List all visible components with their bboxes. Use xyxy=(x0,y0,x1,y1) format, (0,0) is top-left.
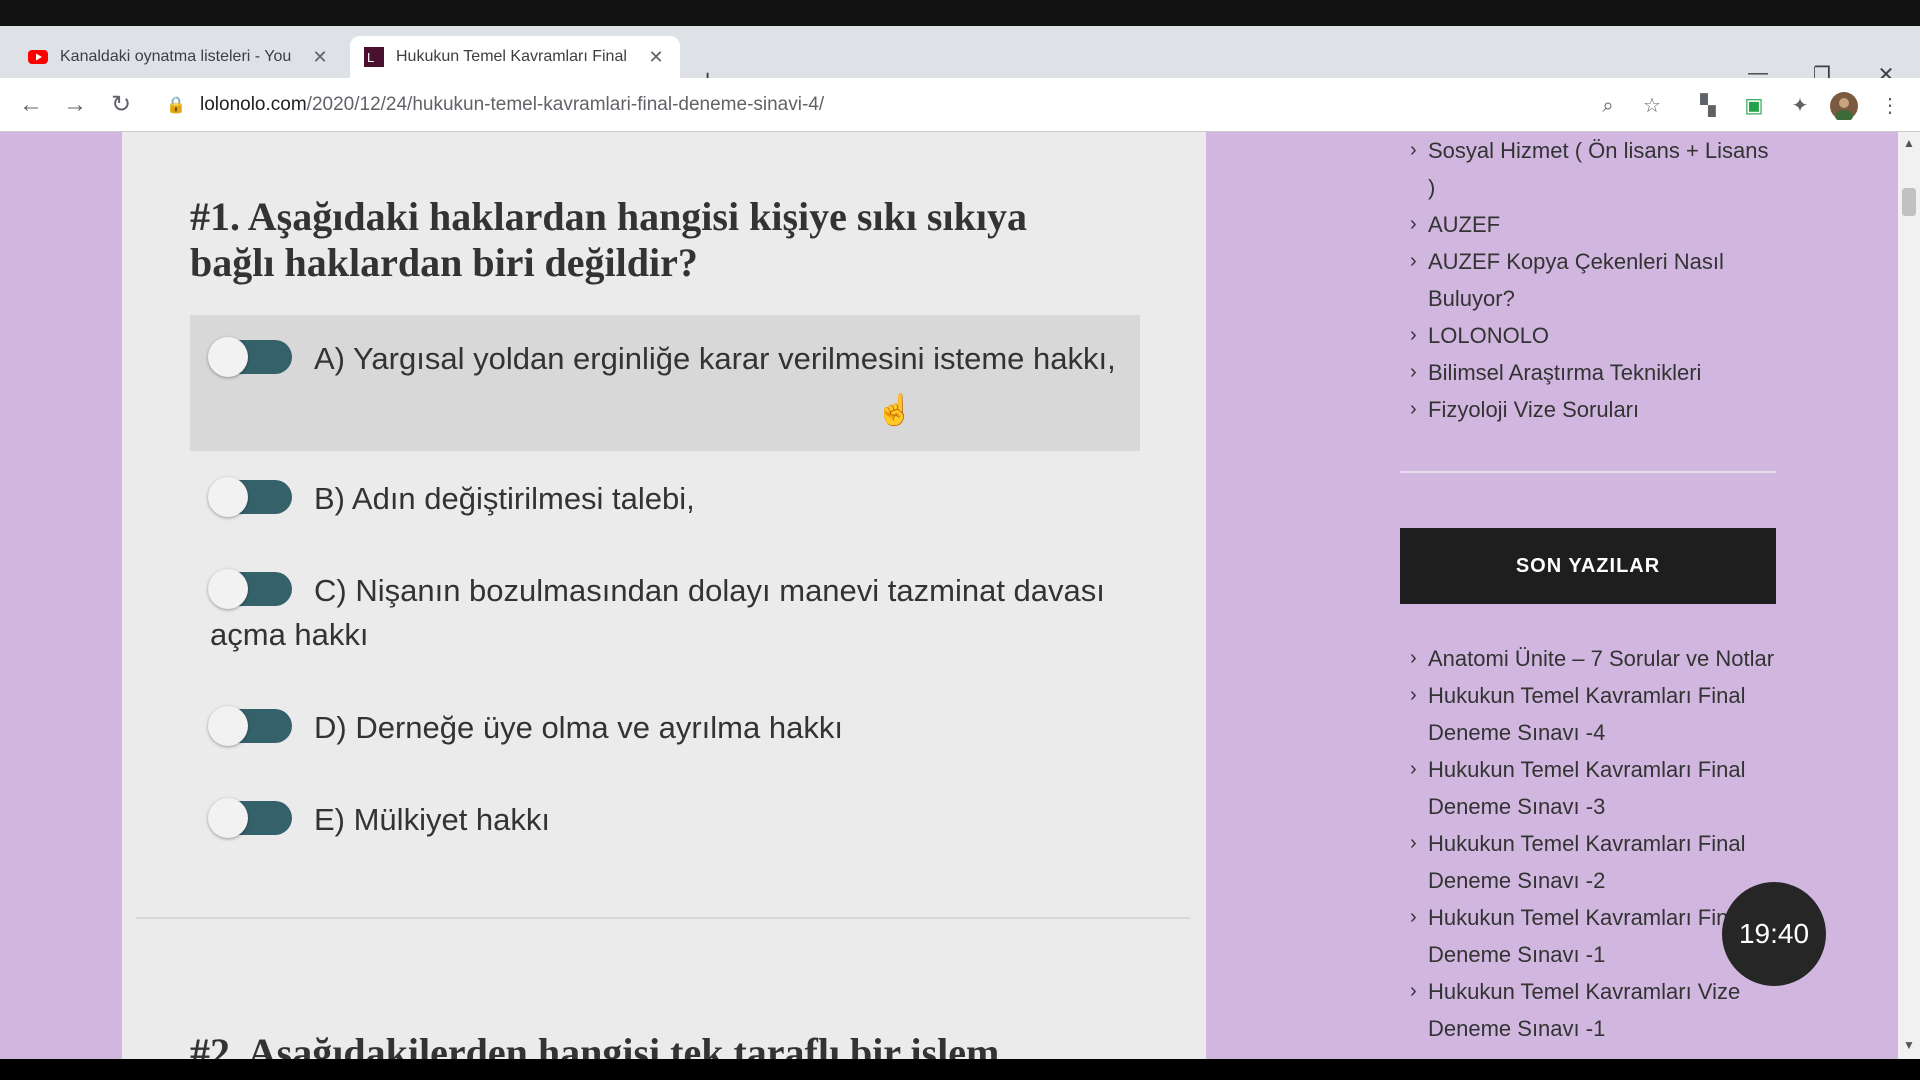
question-title: #1. Aşağıdaki haklardan hangisi kişiye s… xyxy=(190,194,1027,285)
chevron-right-icon: › xyxy=(1410,213,1417,235)
list-item[interactable]: › LOLONOLO xyxy=(1400,317,1776,354)
answer-option-a[interactable]: A) Yargısal yoldan erginliğe karar veril… xyxy=(190,315,1140,451)
chevron-right-icon: › xyxy=(1410,647,1417,669)
extension-icon[interactable]: ▚ xyxy=(1694,92,1722,120)
answer-toggle[interactable] xyxy=(208,476,292,517)
chevron-right-icon: › xyxy=(1410,250,1417,272)
scroll-thumb[interactable] xyxy=(1902,188,1916,216)
tab-strip: Kanaldaki oynatma listeleri - You ✕ L Hu… xyxy=(0,26,1920,94)
close-tab-icon[interactable]: ✕ xyxy=(646,47,666,68)
tab-label: Hukukun Temel Kavramları Final xyxy=(396,48,627,65)
menu-kebab-icon[interactable]: ⋮ xyxy=(1876,92,1904,120)
list-item[interactable]: › Bilimsel Araştırma Teknikleri xyxy=(1400,354,1776,391)
answer-toggle[interactable] xyxy=(208,705,292,746)
answer-label: A) Yargısal yoldan erginliğe karar veril… xyxy=(314,341,1116,376)
hand-cursor-icon: ☝ xyxy=(876,394,914,427)
address-bar[interactable]: lolonolo.com/2020/12/24/hukukun-temel-ka… xyxy=(200,94,824,116)
chevron-right-icon: › xyxy=(1410,832,1417,854)
bookmark-star-icon[interactable]: ☆ xyxy=(1638,92,1666,120)
list-item[interactable]: › Hukukun Temel Kavramları Final Deneme S… xyxy=(1400,677,1776,751)
recent-posts-list: › Anatomi Ünite – 7 Sorular ve Notlar › Hu… xyxy=(1400,640,1776,1047)
quiz-timer: 19:40 xyxy=(1722,882,1826,986)
answer-label: B) Adın değiştirilmesi talebi, xyxy=(314,481,695,516)
question-title: #2. Aşağıdakilerden hangisi tek taraflı … xyxy=(190,1030,1000,1059)
tab-lolonolo[interactable]: L Hukukun Temel Kavramları Final ✕ xyxy=(350,36,680,78)
chevron-right-icon: › xyxy=(1410,361,1417,383)
chevron-right-icon: › xyxy=(1410,398,1417,420)
youtube-icon xyxy=(28,47,48,67)
close-tab-icon[interactable]: ✕ xyxy=(310,47,330,68)
answer-label: D) Derneğe üye olma ve ayrılma hakkı xyxy=(314,710,843,745)
reload-icon[interactable]: ↻ xyxy=(104,88,138,122)
quiz-content: #1. Aşağıdaki haklardan hangisi kişiye s… xyxy=(122,132,1206,1059)
sidebar-divider xyxy=(1400,471,1776,473)
browser-toolbar: ← → ↻ 🔒 lolonolo.com/2020/12/24/hukukun-… xyxy=(0,78,1920,132)
chevron-right-icon: › xyxy=(1410,684,1417,706)
extension-green-icon[interactable]: ▣ xyxy=(1740,92,1768,120)
scroll-down-icon[interactable]: ▼ xyxy=(1898,1038,1920,1052)
svg-text:L: L xyxy=(367,50,374,65)
list-item[interactable]: › Fizyoloji Vize Soruları xyxy=(1400,391,1776,428)
list-item[interactable]: › AUZEF xyxy=(1400,206,1776,243)
answer-option-b[interactable]: B) Adın değiştirilmesi talebi, xyxy=(190,476,1140,521)
list-item[interactable]: › Hukukun Temel Kavramları Final Deneme S… xyxy=(1400,825,1776,899)
list-item[interactable]: › Sosyal Hizmet ( Ön lisans + Lisans ) xyxy=(1400,132,1776,206)
forward-icon[interactable]: → xyxy=(58,88,92,122)
lolonolo-icon: L xyxy=(364,47,384,67)
chevron-right-icon: › xyxy=(1410,758,1417,780)
screen-top-bar xyxy=(0,0,1920,26)
category-list: › Sosyal Hizmet ( Ön lisans + Lisans ) › A… xyxy=(1400,132,1776,428)
tab-label: Kanaldaki oynatma listeleri - You xyxy=(60,48,292,65)
answer-option-d[interactable]: D) Derneğe üye olma ve ayrılma hakkı xyxy=(190,705,1140,750)
answer-toggle[interactable] xyxy=(208,336,292,377)
answer-label: E) Mülkiyet hakkı xyxy=(314,802,551,837)
puzzle-icon[interactable]: ✦ xyxy=(1786,92,1814,120)
chevron-right-icon: › xyxy=(1410,324,1417,346)
back-icon[interactable]: ← xyxy=(14,88,48,122)
list-item[interactable]: › Anatomi Ünite – 7 Sorular ve Notlar xyxy=(1400,640,1776,677)
list-item[interactable]: › Hukukun Temel Kavramları Final Deneme S… xyxy=(1400,899,1776,973)
answer-option-c[interactable]: C) Nişanın bozulmasından dolayı manevi t… xyxy=(190,568,1140,657)
answer-toggle[interactable] xyxy=(208,797,292,838)
chevron-right-icon: › xyxy=(1410,906,1417,928)
answer-toggle[interactable] xyxy=(208,568,292,609)
chevron-right-icon: › xyxy=(1410,139,1417,161)
scroll-up-icon[interactable]: ▲ xyxy=(1898,136,1920,150)
tab-youtube[interactable]: Kanaldaki oynatma listeleri - You ✕ xyxy=(14,36,344,78)
chevron-right-icon: › xyxy=(1410,980,1417,1002)
list-item[interactable]: › Hukukun Temel Kavramları Vize Deneme Sı… xyxy=(1400,973,1776,1047)
page-scrollbar[interactable]: ▲ ▼ xyxy=(1898,132,1920,1059)
recent-posts-heading: SON YAZILAR xyxy=(1400,528,1776,604)
lock-icon[interactable]: 🔒 xyxy=(162,92,190,120)
zoom-icon[interactable]: ⌕ xyxy=(1594,92,1622,120)
avatar[interactable] xyxy=(1830,92,1858,122)
answer-option-e[interactable]: E) Mülkiyet hakkı xyxy=(190,797,1140,842)
question-divider xyxy=(136,917,1190,919)
list-item[interactable]: › Hukukun Temel Kavramları Final Deneme S… xyxy=(1400,751,1776,825)
web-page: #1. Aşağıdaki haklardan hangisi kişiye s… xyxy=(0,132,1920,1059)
list-item[interactable]: › AUZEF Kopya Çekenleri Nasıl Buluyor? xyxy=(1400,243,1776,317)
answer-label: C) Nişanın bozulmasından dolayı manevi t… xyxy=(210,573,1105,652)
